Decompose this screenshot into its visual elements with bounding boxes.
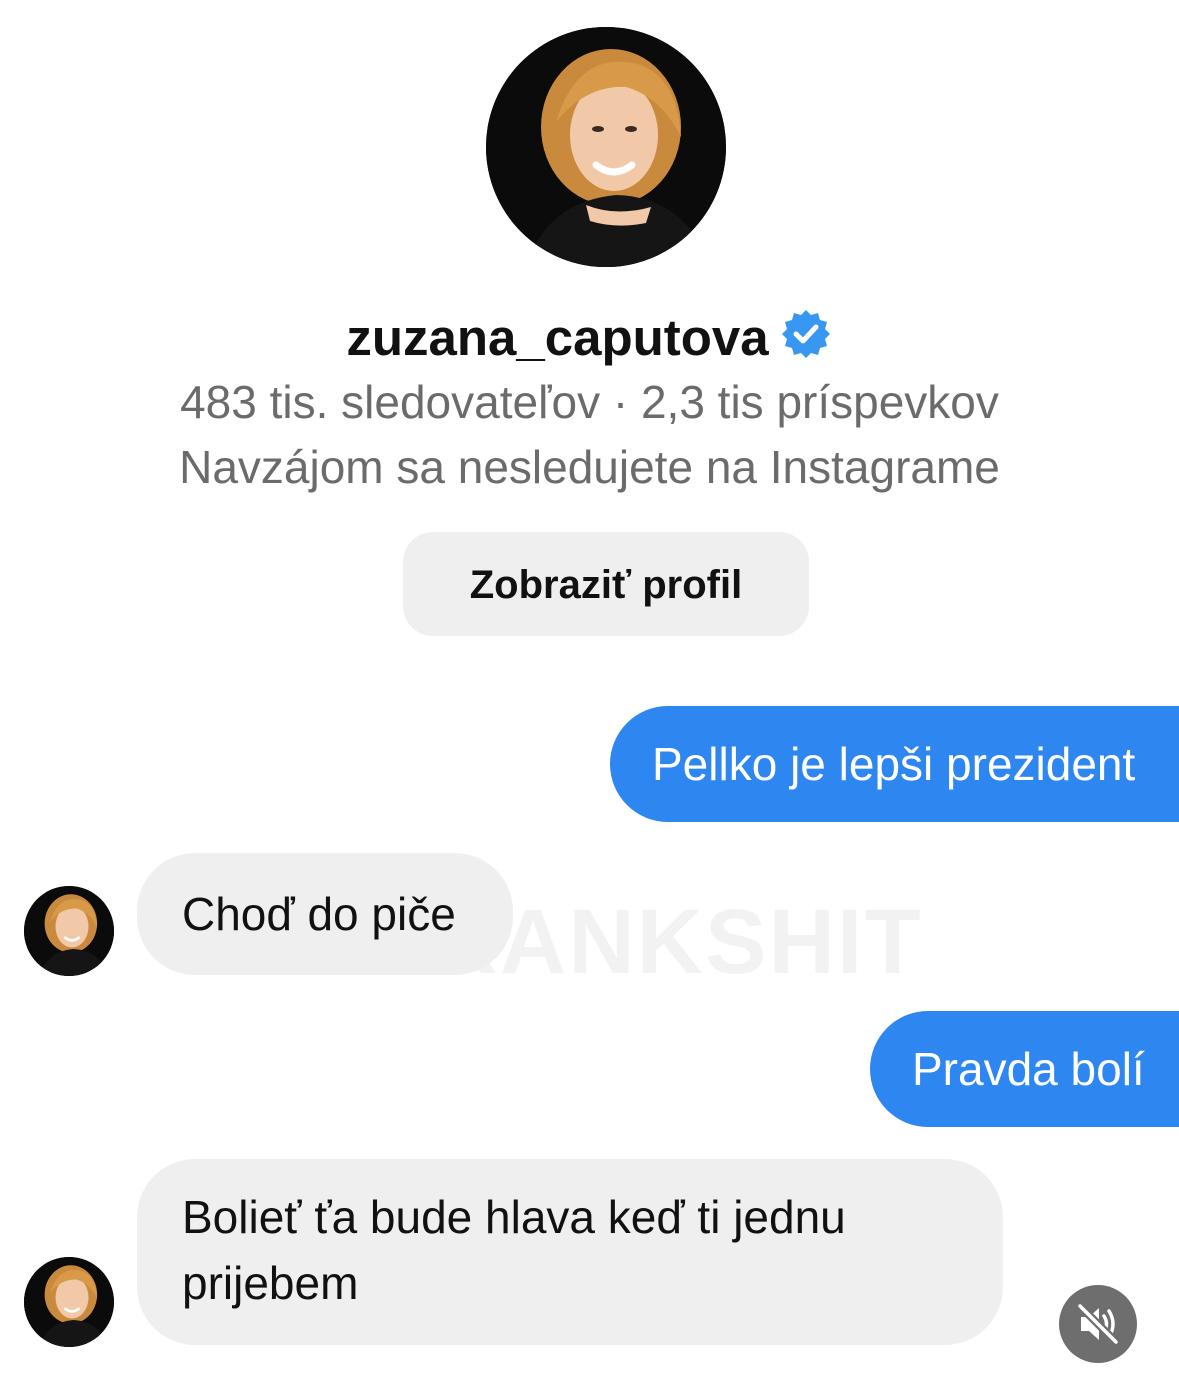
message-text: Pravda bolí [912, 1043, 1145, 1095]
message-text: Pellko je lepši prezident [652, 738, 1136, 790]
profile-photo [486, 27, 726, 267]
sender-photo [24, 886, 114, 976]
message-text: Choď do piče [182, 888, 456, 940]
chat-screen: zuzana_caputova 483 tis. sledovateľov · … [0, 0, 1179, 1398]
speaker-muted-icon [1076, 1302, 1120, 1346]
verified-badge-icon [779, 307, 833, 361]
mute-button[interactable] [1059, 1285, 1137, 1363]
message-bubble-incoming[interactable]: Bolieť ťa bude hlava keď ti jednu prijeb… [137, 1159, 1003, 1345]
profile-stats: 483 tis. sledovateľov · 2,3 tis príspevk… [180, 376, 999, 428]
message-bubble-outgoing[interactable]: Pellko je lepši prezident [610, 706, 1179, 822]
profile-username: zuzana_caputova [346, 309, 769, 366]
sender-photo [24, 1257, 114, 1347]
sender-avatar[interactable] [24, 886, 114, 976]
sender-avatar[interactable] [24, 1257, 114, 1347]
profile-avatar[interactable] [486, 27, 726, 267]
message-text: Bolieť ťa bude hlava keď ti jednu prijeb… [182, 1191, 846, 1309]
follow-status: Navzájom sa nesledujete na Instagrame [179, 441, 1000, 493]
message-bubble-outgoing[interactable]: Pravda bolí [870, 1011, 1179, 1127]
view-profile-button[interactable]: Zobraziť profil [403, 532, 809, 636]
profile-username-row: zuzana_caputova [0, 306, 1179, 370]
message-bubble-incoming[interactable]: Choď do piče [137, 853, 513, 975]
